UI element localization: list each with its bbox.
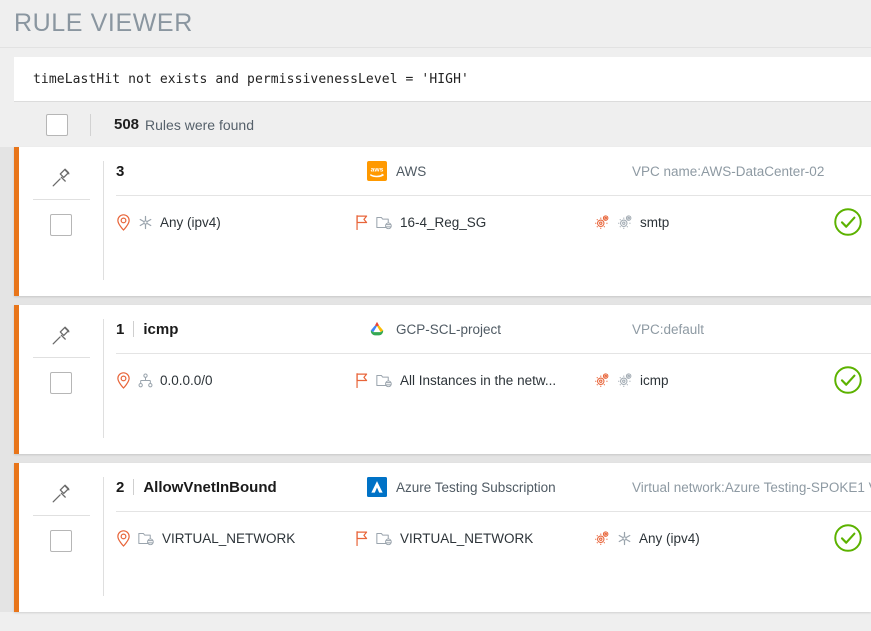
gcp-logo-icon — [367, 319, 387, 339]
service-gear-secondary-icon — [617, 372, 633, 388]
rule-service: icmp — [594, 372, 833, 388]
check-circle-icon — [833, 207, 863, 237]
rule-provider: Azure Testing Subscription — [367, 477, 632, 497]
security-group-folder-icon — [138, 531, 155, 546]
service-gear-secondary-icon — [617, 214, 633, 230]
rule-meta-row: 1 icmp GCP-SCL-project — [116, 305, 871, 353]
rule-status[interactable] — [833, 523, 871, 553]
destination-value: All Instances in the netw... — [400, 373, 556, 388]
rule-name: icmp — [143, 321, 178, 338]
query-bar-container: timeLastHit not exists and permissivenes… — [0, 48, 871, 101]
rule-name-divider — [133, 321, 134, 337]
provider-label: GCP-SCL-project — [396, 322, 501, 337]
rule-source: VIRTUAL_NETWORK — [116, 530, 355, 547]
destination-value: VIRTUAL_NETWORK — [400, 531, 533, 546]
any-asterisk-icon — [138, 215, 153, 230]
scope-label: VPC:default — [632, 322, 704, 337]
results-summary-row: 508 Rules were found — [14, 101, 871, 147]
rule-card[interactable]: 3 aws AWS VPC name:AWS-D — [14, 147, 871, 296]
source-value: 0.0.0.0/0 — [160, 373, 213, 388]
security-group-folder-icon — [376, 531, 393, 546]
summary-divider — [90, 114, 91, 136]
destination-flag-icon — [355, 214, 369, 231]
rule-list: 3 aws AWS VPC name:AWS-D — [0, 147, 871, 612]
scope-label: Virtual network:Azure Testing-SPOKE1 V..… — [632, 480, 871, 495]
rule-card[interactable]: 2 AllowVnetInBound Azure Testing Subscri… — [14, 463, 871, 612]
source-value: VIRTUAL_NETWORK — [162, 531, 295, 546]
rule-detail-row: VIRTUAL_NETWORK — [116, 512, 871, 564]
rule-destination: VIRTUAL_NETWORK — [355, 530, 594, 547]
rule-scope: Virtual network:Azure Testing-SPOKE1 V..… — [632, 480, 871, 495]
results-count: 508 — [114, 116, 139, 133]
provider-label: AWS — [396, 164, 426, 179]
rule-card-gutter — [19, 305, 103, 454]
rule-identity: 1 icmp — [116, 321, 367, 338]
gavel-icon — [50, 319, 72, 353]
service-gear-icon — [594, 214, 610, 230]
service-gear-icon — [594, 372, 610, 388]
rule-card-gutter — [19, 147, 103, 296]
rule-source: Any (ipv4) — [116, 214, 355, 231]
rule-meta-row: 2 AllowVnetInBound Azure Testing Subscri… — [116, 463, 871, 511]
rule-select-checkbox[interactable] — [50, 530, 72, 552]
destination-flag-icon — [355, 372, 369, 389]
rule-meta-row: 3 aws AWS VPC name:AWS-D — [116, 147, 871, 195]
rule-scope: VPC:default — [632, 322, 871, 337]
rule-identity: 3 — [116, 163, 367, 180]
service-value: smtp — [640, 215, 669, 230]
security-group-folder-icon — [376, 215, 393, 230]
destination-value: 16-4_Reg_SG — [400, 215, 486, 230]
select-all-checkbox[interactable] — [46, 114, 68, 136]
rule-detail-row: Any (ipv4) — [116, 196, 871, 248]
check-circle-icon — [833, 523, 863, 553]
rule-destination: 16-4_Reg_SG — [355, 214, 594, 231]
rule-select-checkbox[interactable] — [50, 372, 72, 394]
rule-provider: GCP-SCL-project — [367, 319, 632, 339]
service-value: Any (ipv4) — [639, 531, 700, 546]
rule-scope: VPC name:AWS-DataCenter-02 — [632, 164, 871, 179]
any-asterisk-icon — [617, 531, 632, 546]
rule-identity: 2 AllowVnetInBound — [116, 479, 367, 496]
azure-logo-icon — [367, 477, 387, 497]
source-value: Any (ipv4) — [160, 215, 221, 230]
rule-service: Any (ipv4) — [594, 530, 833, 546]
rule-card[interactable]: 1 icmp GCP-SCL-project — [14, 305, 871, 454]
rule-status[interactable] — [833, 365, 871, 395]
rule-number: 3 — [116, 163, 124, 180]
check-circle-icon — [833, 365, 863, 395]
svg-text:aws: aws — [371, 166, 384, 173]
rule-number: 2 — [116, 479, 124, 496]
location-pin-icon — [116, 530, 131, 547]
results-count-label: Rules were found — [145, 117, 254, 133]
rule-name: AllowVnetInBound — [143, 479, 276, 496]
scope-label: VPC name:AWS-DataCenter-02 — [632, 164, 824, 179]
gavel-icon — [50, 161, 72, 195]
rule-name-divider — [133, 479, 134, 495]
rule-card-gutter — [19, 463, 103, 612]
page-header: RULE VIEWER — [0, 0, 871, 48]
location-pin-icon — [116, 372, 131, 389]
rule-status[interactable] — [833, 207, 871, 237]
aws-logo-icon: aws — [367, 161, 387, 181]
service-gear-icon — [594, 530, 610, 546]
provider-label: Azure Testing Subscription — [396, 480, 556, 495]
rule-provider: aws AWS — [367, 161, 632, 181]
query-input[interactable]: timeLastHit not exists and permissivenes… — [14, 57, 871, 101]
subnet-network-icon — [138, 373, 153, 388]
query-text: timeLastHit not exists and permissivenes… — [33, 72, 469, 87]
rule-number: 1 — [116, 321, 124, 338]
service-value: icmp — [640, 373, 669, 388]
location-pin-icon — [116, 214, 131, 231]
destination-flag-icon — [355, 530, 369, 547]
gavel-icon — [50, 477, 72, 511]
rule-select-checkbox[interactable] — [50, 214, 72, 236]
rule-detail-row: 0.0.0.0/0 — [116, 354, 871, 406]
page-title: RULE VIEWER — [14, 9, 193, 38]
rule-destination: All Instances in the netw... — [355, 372, 594, 389]
security-group-folder-icon — [376, 373, 393, 388]
rule-service: smtp — [594, 214, 833, 230]
rule-source: 0.0.0.0/0 — [116, 372, 355, 389]
